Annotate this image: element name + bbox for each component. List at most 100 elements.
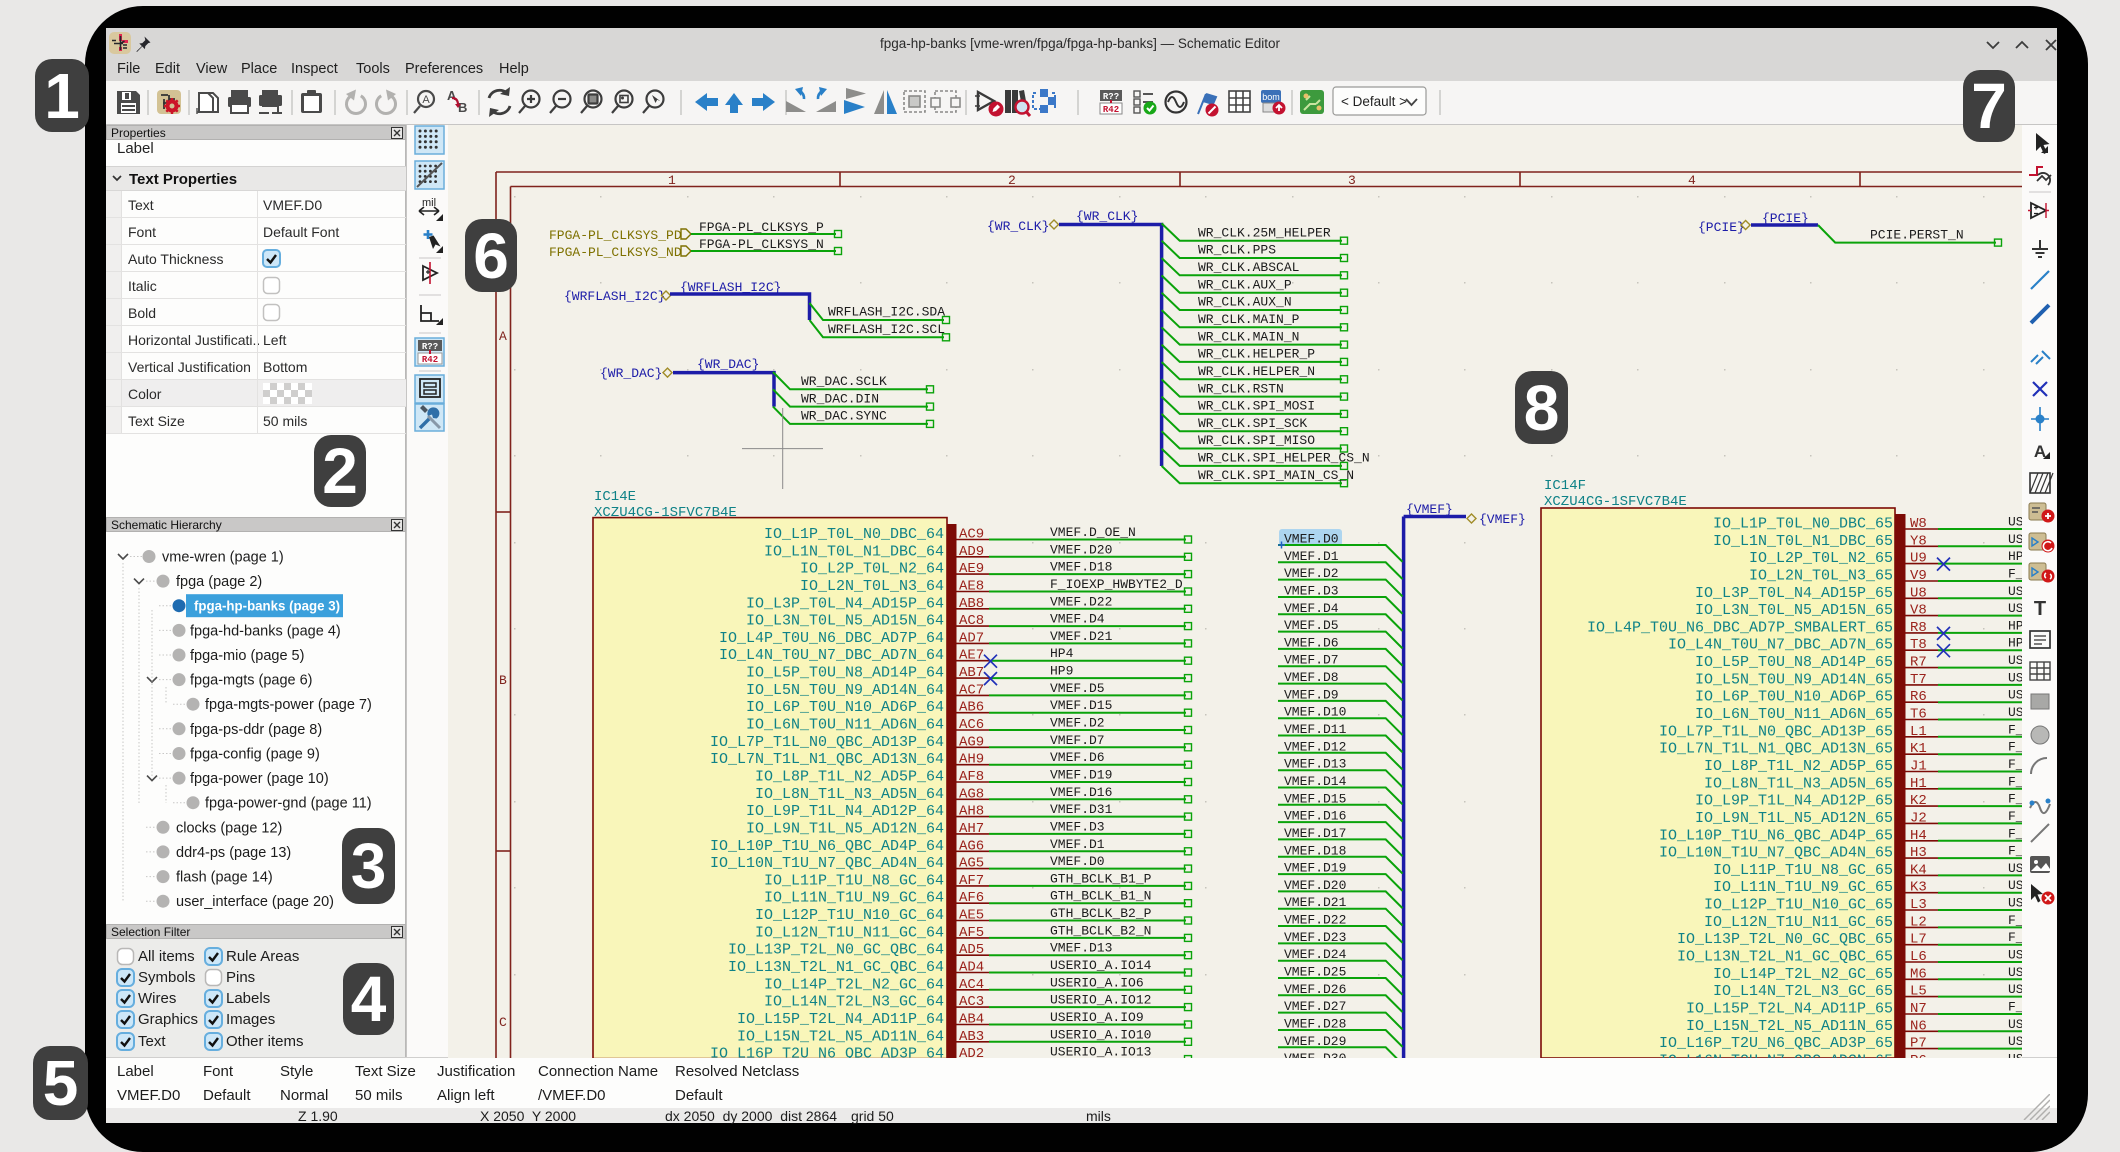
svg-text:F_I: F_I bbox=[2008, 826, 2022, 841]
svg-text:USE: USE bbox=[2008, 653, 2022, 668]
svg-text:USE: USE bbox=[2008, 878, 2022, 893]
svg-text:IO_L1P_T0L_N0_DBC_65: IO_L1P_T0L_N0_DBC_65 bbox=[1713, 516, 1893, 533]
svg-text:WR_CLK.PPS: WR_CLK.PPS bbox=[1198, 243, 1276, 258]
svg-text:F_I: F_I bbox=[2008, 809, 2022, 824]
svg-text:F_IOEXP_HWBYTE2_D: F_IOEXP_HWBYTE2_D bbox=[1050, 577, 1183, 592]
svg-text:AE5: AE5 bbox=[959, 908, 984, 924]
svg-text:WR_CLK.ABSCAL: WR_CLK.ABSCAL bbox=[1198, 260, 1299, 275]
svg-text:K3: K3 bbox=[1910, 880, 1927, 896]
svg-text:{WRFLASH_I2C}: {WRFLASH_I2C} bbox=[564, 289, 665, 304]
svg-text:AH7: AH7 bbox=[959, 821, 984, 837]
svg-text:IO_L5P_T0U_N8_AD14P_64: IO_L5P_T0U_N8_AD14P_64 bbox=[746, 665, 944, 682]
svg-text:USE: USE bbox=[2008, 670, 2022, 685]
svg-text:AE9: AE9 bbox=[959, 561, 984, 577]
svg-text:VMEF.D20: VMEF.D20 bbox=[1050, 542, 1112, 557]
svg-text:WR_CLK.RSTN: WR_CLK.RSTN bbox=[1198, 381, 1284, 396]
svg-text:IC14F: IC14F bbox=[1544, 478, 1586, 494]
svg-text:FPGA-PL_CLKSYS_P: FPGA-PL_CLKSYS_P bbox=[699, 220, 824, 235]
svg-text:B: B bbox=[499, 673, 507, 688]
svg-text:IO_L13P_T2L_N0_GC_QBC_65: IO_L13P_T2L_N0_GC_QBC_65 bbox=[1677, 931, 1893, 948]
svg-text:WRFLASH_I2C.SCL: WRFLASH_I2C.SCL bbox=[828, 322, 945, 337]
svg-text:IO_L9P_T1L_N4_AD12P_65: IO_L9P_T1L_N4_AD12P_65 bbox=[1695, 793, 1893, 810]
svg-text:W8: W8 bbox=[1910, 516, 1927, 532]
svg-text:AF8: AF8 bbox=[959, 769, 984, 785]
svg-text:VMEF.D6: VMEF.D6 bbox=[1050, 750, 1105, 765]
svg-text:WR_DAC.SYNC: WR_DAC.SYNC bbox=[801, 409, 887, 424]
svg-text:USE: USE bbox=[2008, 1017, 2022, 1032]
svg-text:T7: T7 bbox=[1910, 672, 1927, 688]
svg-text:GTH_BCLK_B1_N: GTH_BCLK_B1_N bbox=[1050, 889, 1151, 904]
svg-text:WR_CLK.SPI_HELPER_CS_N: WR_CLK.SPI_HELPER_CS_N bbox=[1198, 451, 1370, 466]
svg-text:IO_L5N_T0U_N9_AD14N_64: IO_L5N_T0U_N9_AD14N_64 bbox=[746, 682, 944, 699]
svg-text:AH8: AH8 bbox=[959, 804, 984, 820]
svg-text:F_I: F_I bbox=[2008, 722, 2022, 737]
svg-text:USE: USE bbox=[2008, 688, 2022, 703]
svg-text:1: 1 bbox=[668, 173, 676, 188]
svg-text:USERIO_A.IO12: USERIO_A.IO12 bbox=[1050, 993, 1151, 1008]
svg-text:IO_L7P_T1L_N0_QBC_AD13P_64: IO_L7P_T1L_N0_QBC_AD13P_64 bbox=[710, 734, 944, 751]
svg-text:AF5: AF5 bbox=[959, 925, 984, 941]
svg-text:IO_L3P_T0L_N4_AD15P_64: IO_L3P_T0L_N4_AD15P_64 bbox=[746, 595, 944, 612]
svg-text:IO_L2N_T0L_N3_65: IO_L2N_T0L_N3_65 bbox=[1749, 568, 1893, 585]
svg-text:IO_L4P_T0U_N6_DBC_AD7P_SMBALER: IO_L4P_T0U_N6_DBC_AD7P_SMBALERT_65 bbox=[1587, 619, 1893, 636]
svg-text:AD9: AD9 bbox=[959, 544, 984, 560]
svg-text:IO_L10P_T1U_N6_QBC_AD4P_64: IO_L10P_T1U_N6_QBC_AD4P_64 bbox=[710, 838, 944, 855]
svg-text:VMEF.D15: VMEF.D15 bbox=[1050, 698, 1112, 713]
svg-text:IO_L13P_T2L_N0_GC_QBC_64: IO_L13P_T2L_N0_GC_QBC_64 bbox=[728, 942, 944, 959]
svg-text:IO_L15N_T2L_N5_AD11N_65: IO_L15N_T2L_N5_AD11N_65 bbox=[1686, 1018, 1893, 1035]
svg-text:USE: USE bbox=[2008, 948, 2022, 963]
svg-text:IO_L11P_T1U_N8_GC_64: IO_L11P_T1U_N8_GC_64 bbox=[764, 872, 944, 889]
svg-text:WR_CLK.SPI_MAIN_CS_N: WR_CLK.SPI_MAIN_CS_N bbox=[1198, 468, 1354, 483]
svg-text:USE: USE bbox=[2008, 515, 2022, 530]
svg-text:F_I: F_I bbox=[2008, 757, 2022, 772]
svg-text:IO_L7N_T1L_N1_QBC_AD13N_64: IO_L7N_T1L_N1_QBC_AD13N_64 bbox=[710, 751, 944, 768]
svg-text:IO_L12N_T1U_N11_GC_64: IO_L12N_T1U_N11_GC_64 bbox=[755, 924, 944, 941]
svg-text:IO_L16P_T2U_N6_QBC_AD3P_64: IO_L16P_T2U_N6_QBC_AD3P_64 bbox=[710, 1046, 944, 1058]
svg-text:IO_L6N_T0U_N11_AD6N_64: IO_L6N_T0U_N11_AD6N_64 bbox=[746, 717, 944, 734]
svg-text:USERIO_A.IO14: USERIO_A.IO14 bbox=[1050, 958, 1152, 973]
svg-text:A: A bbox=[499, 329, 507, 344]
svg-text:3: 3 bbox=[1348, 173, 1356, 188]
svg-text:GTH_BCLK_B2_N: GTH_BCLK_B2_N bbox=[1050, 923, 1151, 938]
svg-text:HP: HP bbox=[2008, 549, 2022, 564]
svg-text:IO_L9N_T1L_N5_AD12N_65: IO_L9N_T1L_N5_AD12N_65 bbox=[1695, 810, 1893, 827]
svg-text:F_I: F_I bbox=[2008, 1000, 2022, 1015]
svg-text:R42: R42 bbox=[1103, 105, 1119, 115]
svg-text:F_I: F_I bbox=[2008, 913, 2022, 928]
svg-text:L6: L6 bbox=[1910, 949, 1927, 965]
svg-text:AC6: AC6 bbox=[959, 717, 984, 733]
svg-text:fpga (page 2): fpga (page 2) bbox=[176, 574, 262, 590]
svg-text:AD4: AD4 bbox=[959, 960, 984, 976]
svg-text:T8: T8 bbox=[1910, 637, 1927, 653]
svg-text:L3: L3 bbox=[1910, 897, 1927, 913]
svg-text:AB7: AB7 bbox=[959, 665, 984, 681]
svg-text:IO_L16N_T2U_N7_QBC_AD3N_65: IO_L16N_T2U_N7_QBC_AD3N_65 bbox=[1659, 1052, 1893, 1058]
svg-text:AG6: AG6 bbox=[959, 838, 984, 854]
svg-text:GTH_BCLK_B1_P: GTH_BCLK_B1_P bbox=[1050, 871, 1152, 886]
svg-text:HP4: HP4 bbox=[1050, 646, 1074, 661]
svg-text:{VMEF}: {VMEF} bbox=[1406, 502, 1453, 517]
svg-text:AB3: AB3 bbox=[959, 1029, 984, 1045]
svg-text:U9: U9 bbox=[1910, 551, 1927, 567]
svg-text:IO_L2P_T0L_N2_64: IO_L2P_T0L_N2_64 bbox=[800, 561, 944, 578]
svg-text:IO_L12P_T1U_N10_GC_65: IO_L12P_T1U_N10_GC_65 bbox=[1704, 897, 1893, 914]
svg-text:VMEF.D1: VMEF.D1 bbox=[1050, 837, 1105, 852]
svg-text:F_I: F_I bbox=[2008, 792, 2022, 807]
svg-text:HP: HP bbox=[2008, 636, 2022, 651]
svg-text:IO_L3N_T0L_N5_AD15N_65: IO_L3N_T0L_N5_AD15N_65 bbox=[1695, 602, 1893, 619]
svg-text:fpga-ps-ddr (page 8): fpga-ps-ddr (page 8) bbox=[190, 722, 322, 738]
svg-text:VMEF.D19: VMEF.D19 bbox=[1050, 768, 1112, 783]
svg-text:fpga-hd-banks (page 4): fpga-hd-banks (page 4) bbox=[190, 623, 341, 639]
svg-text:FPGA-PL_CLKSYS_PD: FPGA-PL_CLKSYS_PD bbox=[549, 228, 682, 243]
svg-text:FPGA-PL_CLKSYS_N: FPGA-PL_CLKSYS_N bbox=[699, 237, 824, 252]
svg-text:R7: R7 bbox=[1910, 655, 1927, 671]
svg-text:clocks (page 12): clocks (page 12) bbox=[176, 820, 282, 836]
svg-text:IO_L13N_T2L_N1_GC_QBC_64: IO_L13N_T2L_N1_GC_QBC_64 bbox=[728, 959, 944, 976]
svg-text:WR_CLK.HELPER_P: WR_CLK.HELPER_P bbox=[1198, 347, 1315, 362]
svg-text:IO_L4P_T0U_N6_DBC_AD7P_64: IO_L4P_T0U_N6_DBC_AD7P_64 bbox=[719, 630, 944, 647]
svg-text:IO_L1N_T0L_N1_DBC_65: IO_L1N_T0L_N1_DBC_65 bbox=[1713, 533, 1893, 550]
svg-text:USE: USE bbox=[2008, 982, 2022, 997]
svg-text:USERIO_A.IO6: USERIO_A.IO6 bbox=[1050, 975, 1144, 990]
svg-text:IO_L14P_T2L_N2_GC_65: IO_L14P_T2L_N2_GC_65 bbox=[1713, 966, 1893, 983]
svg-text:VMEF.D_OE_N: VMEF.D_OE_N bbox=[1050, 525, 1136, 540]
